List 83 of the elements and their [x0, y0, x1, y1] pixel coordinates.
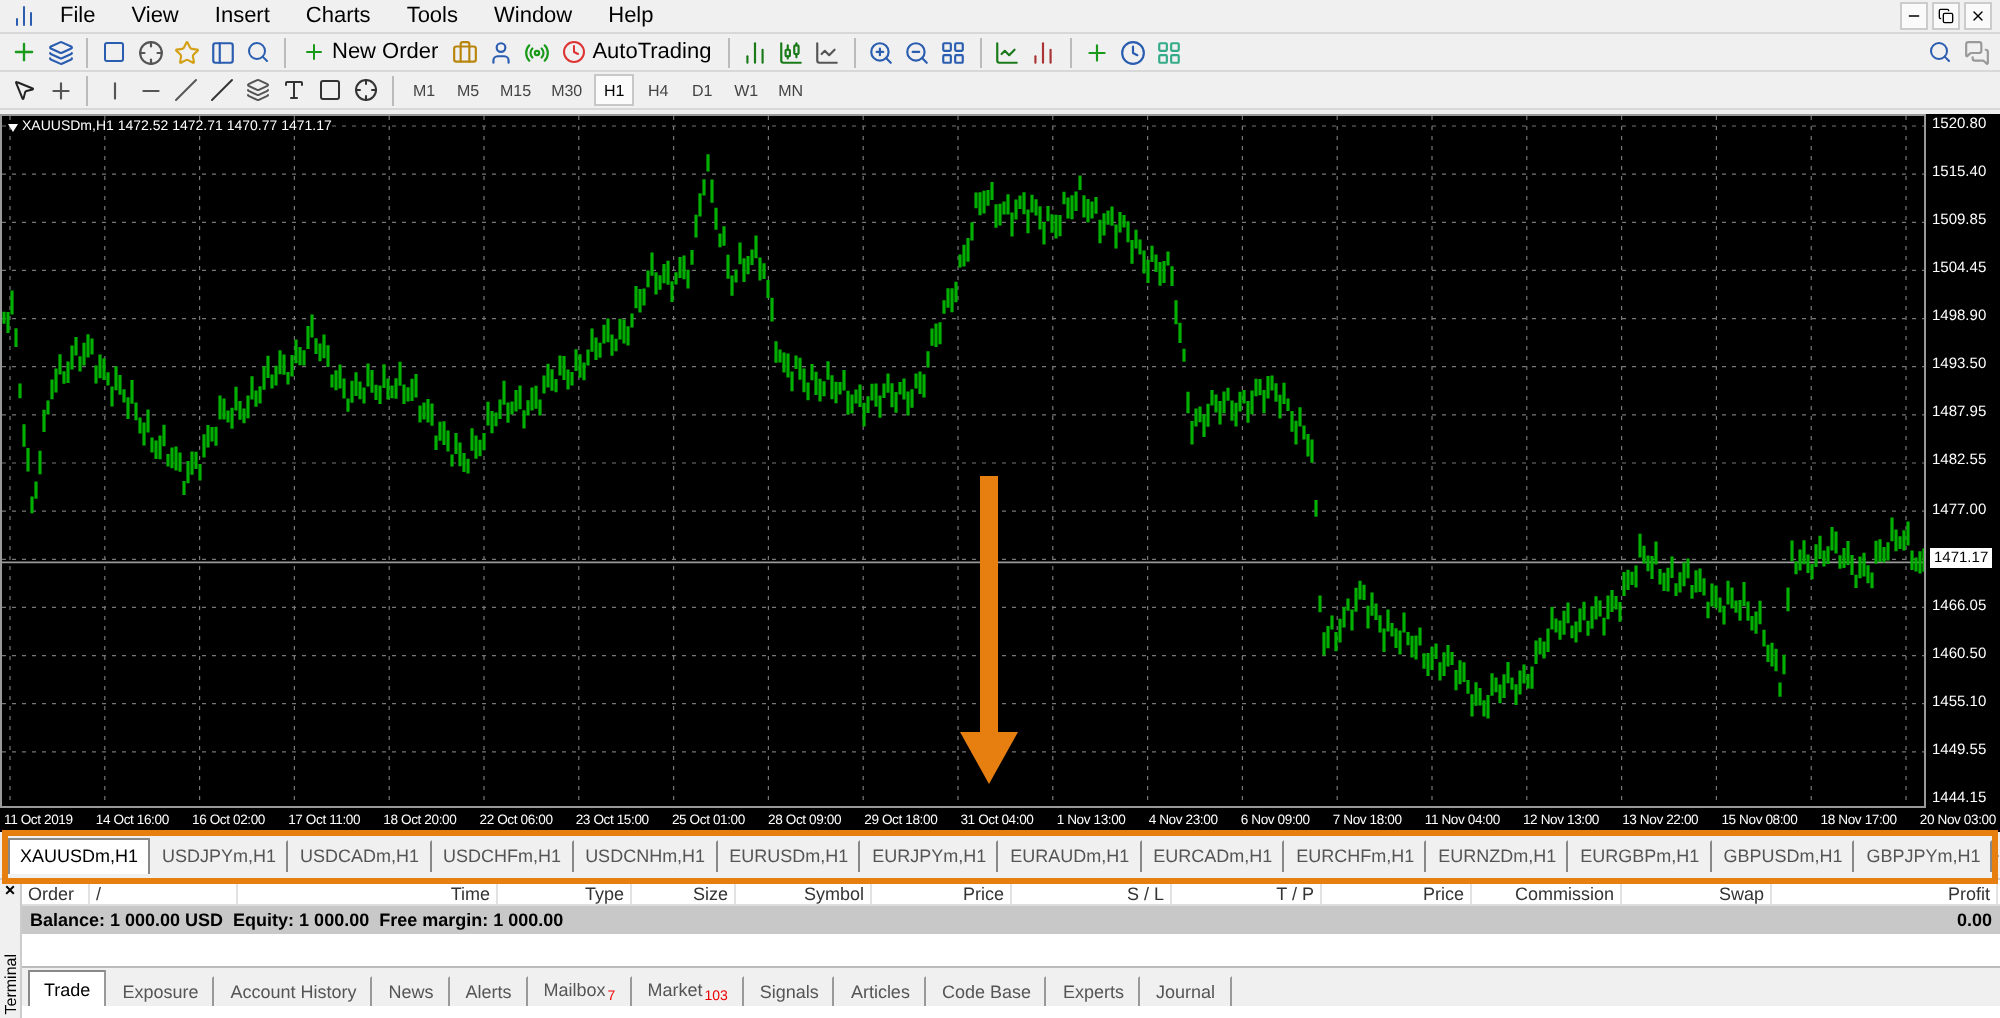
- zoom-out-icon[interactable]: [901, 36, 934, 68]
- column-header[interactable]: Symbol: [736, 884, 872, 904]
- timeframe-button[interactable]: MN: [770, 74, 812, 106]
- grid-icon[interactable]: [937, 36, 970, 68]
- timeframe-button[interactable]: M15: [492, 74, 540, 106]
- close-button[interactable]: [1964, 2, 1992, 30]
- menu-item[interactable]: Window: [478, 4, 589, 28]
- restore-icon[interactable]: [1938, 8, 1954, 24]
- terminal-tab[interactable]: News: [372, 976, 450, 1006]
- terminal-tab[interactable]: Journal: [1140, 976, 1232, 1006]
- terminal-tab[interactable]: Market$_{103}$: [631, 976, 744, 1006]
- menu-item[interactable]: View: [115, 4, 195, 28]
- panel-title: Terminal: [1, 953, 19, 1014]
- trendline-icon[interactable]: [170, 74, 202, 106]
- terminal-tab[interactable]: Code Base: [925, 976, 1047, 1006]
- close-icon[interactable]: [1970, 8, 1986, 24]
- dropdown-triangle-icon[interactable]: [8, 123, 18, 131]
- restore-button[interactable]: [1932, 2, 1960, 30]
- plus-icon[interactable]: [302, 40, 326, 64]
- column-header[interactable]: Swap: [1622, 884, 1772, 904]
- zoom-in-icon[interactable]: [865, 36, 898, 68]
- chart-tab[interactable]: EURUSDm,H1: [717, 839, 861, 871]
- close-button[interactable]: ×: [4, 880, 16, 900]
- column-header[interactable]: Order: [22, 884, 90, 904]
- terminal-tab[interactable]: Trade: [28, 970, 107, 1006]
- chart-tab[interactable]: USDJPYm,H1: [150, 839, 289, 871]
- search-icon[interactable]: [1924, 36, 1956, 68]
- menu-item[interactable]: Charts: [289, 4, 387, 28]
- navigator-icon[interactable]: [206, 36, 238, 68]
- chart-tab[interactable]: EURAUDm,H1: [998, 839, 1142, 871]
- profit-total: 0.00: [1956, 910, 1992, 930]
- terminal-tab[interactable]: Exposure: [106, 976, 215, 1006]
- chart-tab[interactable]: EURGBPm,H1: [1568, 839, 1712, 871]
- menu-item[interactable]: File: [44, 4, 112, 28]
- column-header[interactable]: Price: [872, 884, 1012, 904]
- clock-icon[interactable]: [1117, 36, 1150, 68]
- crosshair-icon[interactable]: [134, 36, 166, 68]
- terminal-tab[interactable]: Experts: [1046, 976, 1140, 1006]
- search-icon[interactable]: [242, 36, 274, 68]
- chart-tab[interactable]: EURCADm,H1: [1141, 839, 1285, 871]
- terminal-tab[interactable]: Articles: [834, 976, 926, 1006]
- chart-tab[interactable]: EURJPYm,H1: [860, 839, 999, 871]
- briefcase-icon[interactable]: [448, 36, 481, 68]
- column-header[interactable]: Commission: [1472, 884, 1622, 904]
- clock-icon[interactable]: [562, 40, 587, 64]
- profiles-icon[interactable]: [44, 36, 76, 68]
- timeframe-button[interactable]: W1: [726, 74, 767, 106]
- timeframe-button[interactable]: H1: [594, 74, 635, 106]
- timeframe-button[interactable]: D1: [682, 74, 723, 106]
- terminal-tab[interactable]: Mailbox$_{7}$: [527, 976, 632, 1006]
- balance-text: Balance: 1 000.00 USD Equity: 1 000.00 Free margin: 1 000.00: [30, 910, 564, 930]
- terminal-tab[interactable]: Alerts: [449, 976, 528, 1006]
- timeframe-button[interactable]: H4: [638, 74, 679, 106]
- chart-tab[interactable]: USDCADm,H1: [288, 839, 432, 871]
- chart-tab[interactable]: XAUUSDm,H1: [8, 837, 151, 873]
- timeframe-button[interactable]: M1: [404, 74, 444, 106]
- autotrading-button[interactable]: AutoTrading: [556, 35, 718, 69]
- column-header[interactable]: Price: [1322, 884, 1472, 904]
- column-header[interactable]: S / L: [1012, 884, 1172, 904]
- timeframe-button[interactable]: M5: [448, 74, 488, 106]
- column-header[interactable]: Profit: [1772, 884, 1998, 904]
- new-order-button[interactable]: New Order: [296, 35, 445, 69]
- chart-tab[interactable]: EURCHFm,H1: [1284, 839, 1427, 871]
- column-header[interactable]: Size: [632, 884, 736, 904]
- chart-tab[interactable]: EURNZDm,H1: [1426, 839, 1569, 871]
- chart-tab[interactable]: USDCNHm,H1: [573, 839, 718, 871]
- menu-item[interactable]: Tools: [390, 4, 474, 28]
- line-chart-icon[interactable]: [811, 36, 844, 68]
- star-icon[interactable]: [170, 36, 202, 68]
- terminal-tab[interactable]: Signals: [743, 976, 835, 1006]
- timeframe-button[interactable]: M30: [543, 74, 591, 106]
- terminal-tab[interactable]: Account History: [214, 976, 373, 1006]
- column-header[interactable]: Type: [498, 884, 632, 904]
- menu-item[interactable]: Help: [592, 4, 670, 28]
- column-header[interactable]: T / P: [1172, 884, 1322, 904]
- candlestick-icon[interactable]: [775, 36, 808, 68]
- chart-tab[interactable]: GBPJPYm,H1: [1854, 839, 1993, 871]
- menu-item[interactable]: Insert: [198, 4, 286, 28]
- chart-tab[interactable]: GBPUSDm,H1: [1711, 839, 1855, 871]
- column-header[interactable]: Time: [238, 884, 498, 904]
- chart-tab[interactable]: USDCHFm,H1: [431, 839, 574, 871]
- column-header[interactable]: /: [90, 884, 238, 904]
- minimize-button[interactable]: [1900, 2, 1928, 30]
